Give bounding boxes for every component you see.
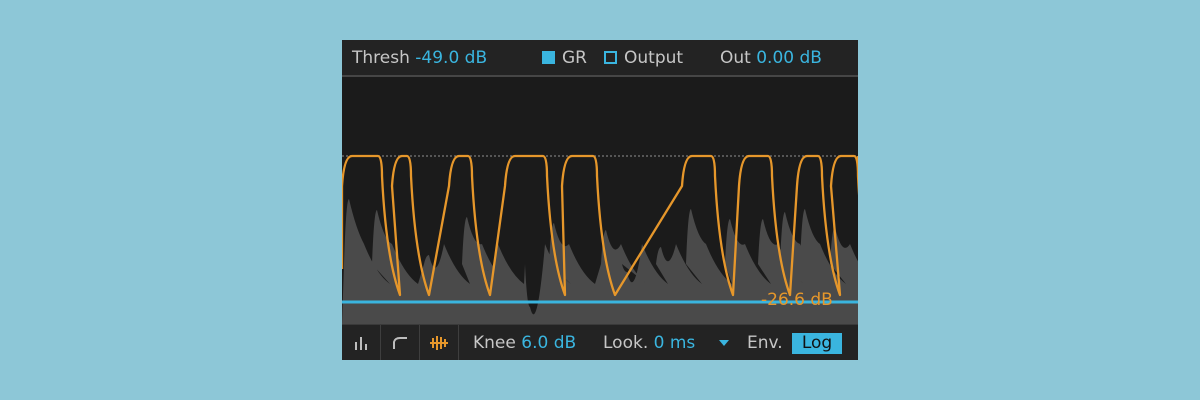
log-envelope-button[interactable]: Log: [792, 333, 842, 354]
triangle-down-icon[interactable]: [719, 340, 729, 347]
envelope-label: Env.: [747, 333, 783, 353]
lookahead-value[interactable]: 0 ms: [654, 333, 696, 353]
gr-label: GR: [562, 48, 587, 68]
waveform-activity-icon: [430, 335, 448, 350]
threshold-value[interactable]: -49.0 dB: [415, 48, 487, 68]
lookahead-control[interactable]: Look. 0 ms: [603, 333, 695, 353]
output-checkbox-icon[interactable]: [604, 51, 617, 64]
output-gain-control[interactable]: Out 0.00 dB: [720, 48, 822, 68]
knee-label: Knee: [473, 333, 516, 353]
knee-value[interactable]: 6.0 dB: [521, 333, 576, 353]
output-label: Output: [624, 48, 684, 68]
knee-control[interactable]: Knee 6.0 dB: [473, 333, 576, 353]
meter-view-button[interactable]: [342, 325, 381, 360]
bar-meter-icon: [355, 336, 367, 350]
threshold-control[interactable]: Thresh -49.0 dB: [352, 48, 487, 68]
output-toggle[interactable]: Output: [604, 48, 690, 68]
curve-icon: [393, 336, 407, 349]
gain-reduction-readout: -26.6 dB: [761, 290, 833, 310]
output-gain-label: Out: [720, 48, 751, 68]
lookahead-label: Look.: [603, 333, 649, 353]
curve-view-button[interactable]: [381, 325, 420, 360]
footer-bar: Knee 6.0 dB Look. 0 ms Env. Log: [342, 324, 858, 360]
gr-checkbox-icon[interactable]: [542, 51, 555, 64]
header-bar: Thresh -49.0 dB GR Output Out 0.00 dB: [342, 40, 858, 77]
compressor-device: Thresh -49.0 dB GR Output Out 0.00 dB -2…: [342, 40, 858, 360]
gr-toggle[interactable]: GR: [542, 48, 587, 68]
activity-view-button[interactable]: [420, 325, 459, 360]
threshold-label: Thresh: [352, 48, 410, 68]
activity-display[interactable]: [342, 77, 858, 324]
output-gain-value[interactable]: 0.00 dB: [756, 48, 822, 68]
